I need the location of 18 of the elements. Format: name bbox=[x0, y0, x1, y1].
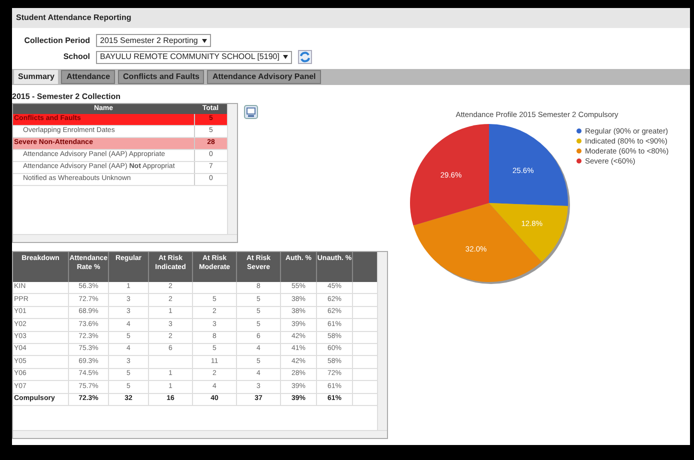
tab[interactable]: Attendance bbox=[61, 70, 116, 84]
section-title: 2015 - Semester 2 Collection bbox=[12, 91, 122, 103]
scrollbar[interactable] bbox=[13, 430, 387, 438]
scrollbar[interactable] bbox=[377, 252, 387, 430]
scrollbar[interactable] bbox=[227, 104, 237, 234]
tab[interactable]: Conflicts and Faults bbox=[118, 70, 204, 84]
caret-icon bbox=[202, 38, 207, 42]
dropdown[interactable]: BAYULU REMOTE COMMUNITY SCHOOL [5190] bbox=[96, 50, 292, 64]
export-icon[interactable] bbox=[244, 105, 258, 119]
window-title: Student Attendance Reporting bbox=[12, 8, 690, 28]
tab[interactable]: Summary bbox=[14, 70, 58, 84]
scrollbar[interactable] bbox=[13, 234, 237, 242]
tab[interactable]: Attendance Advisory Panel bbox=[207, 70, 321, 84]
dropdown[interactable]: 2015 Semester 2 Reporting bbox=[96, 34, 211, 47]
caret-icon bbox=[283, 55, 288, 59]
refresh-icon[interactable] bbox=[298, 50, 312, 64]
field-label: Collection Period bbox=[23, 34, 90, 46]
field-label: School bbox=[62, 51, 90, 63]
